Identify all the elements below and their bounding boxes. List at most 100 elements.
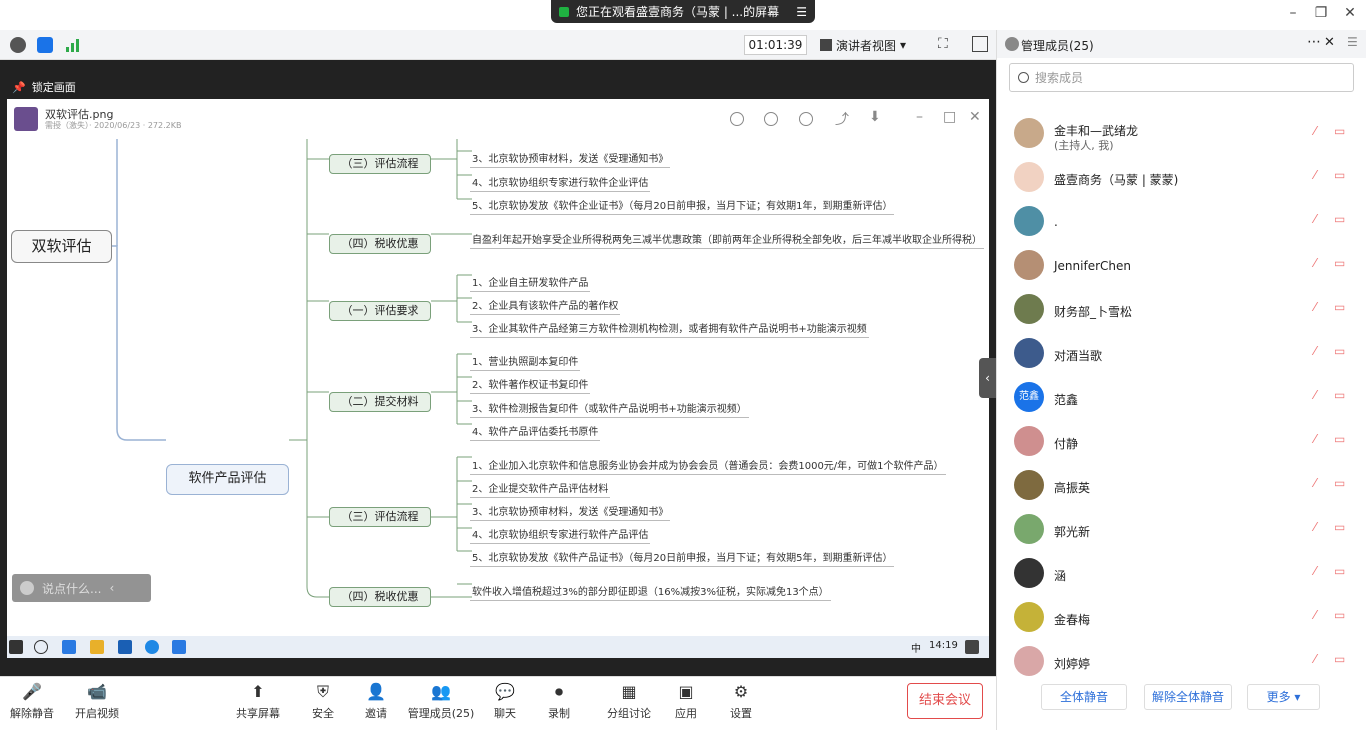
- shield-icon[interactable]: [37, 37, 53, 53]
- camera-off-icon[interactable]: ▭: [1334, 652, 1350, 668]
- member-row[interactable]: 涵 ⁄ ▭: [1014, 554, 1359, 594]
- apps-button[interactable]: ▣ 应用: [668, 681, 704, 721]
- camera-off-icon[interactable]: ▭: [1334, 564, 1350, 580]
- more-options-icon[interactable]: ⋯: [1307, 34, 1321, 50]
- notification-icon[interactable]: [965, 640, 979, 654]
- mute-button[interactable]: 🎤 解除静音: [8, 681, 56, 721]
- mindmap-branch-node: 软件产品评估: [166, 464, 289, 495]
- breakout-button[interactable]: ▦ 分组讨论: [603, 681, 655, 721]
- close-panel-icon[interactable]: ✕: [1324, 35, 1335, 50]
- edge-icon[interactable]: [62, 640, 76, 654]
- more-button[interactable]: 更多 ▾: [1247, 684, 1320, 710]
- mic-off-icon[interactable]: ⁄: [1314, 168, 1326, 184]
- emoji-icon[interactable]: [20, 581, 34, 595]
- member-row[interactable]: 范鑫 范鑫 ⁄ ▭: [1014, 378, 1359, 418]
- pin-icon: 📌: [12, 80, 26, 94]
- restore-button[interactable]: ❐: [1313, 5, 1329, 21]
- member-row[interactable]: 高振英 ⁄ ▭: [1014, 466, 1359, 506]
- member-row[interactable]: 刘婷婷 ⁄ ▭: [1014, 642, 1359, 682]
- zoom-in-icon[interactable]: [730, 112, 744, 126]
- camera-off-icon[interactable]: ▭: [1334, 344, 1350, 360]
- windows-start-icon[interactable]: [9, 640, 23, 654]
- mic-off-icon[interactable]: ⁄: [1314, 388, 1326, 404]
- mute-all-button[interactable]: 全体静音: [1041, 684, 1127, 710]
- member-row[interactable]: 盛壹商务（马蒙 | 蒙蒙) ⁄ ▭: [1014, 158, 1359, 198]
- chat-input[interactable]: 说点什么... ‹: [12, 574, 151, 602]
- mic-off-icon[interactable]: ⁄: [1314, 608, 1326, 624]
- member-row[interactable]: 财务部_卜雪松 ⁄ ▭: [1014, 290, 1359, 330]
- camera-off-icon[interactable]: ▭: [1334, 300, 1350, 316]
- security-button[interactable]: ⛨ 安全: [305, 681, 341, 721]
- member-row[interactable]: . ⁄ ▭: [1014, 202, 1359, 242]
- zoom-out-icon[interactable]: [799, 112, 813, 126]
- mic-off-icon[interactable]: ⁄: [1314, 476, 1326, 492]
- mic-off-icon[interactable]: ⁄: [1314, 564, 1326, 580]
- settings-button[interactable]: ⚙ 设置: [723, 681, 759, 721]
- camera-off-icon[interactable]: ▭: [1334, 432, 1350, 448]
- search-icon[interactable]: [34, 640, 48, 654]
- member-row[interactable]: 郭光新 ⁄ ▭: [1014, 510, 1359, 550]
- chevron-left-icon[interactable]: ‹: [109, 581, 114, 595]
- speaker-view-button[interactable]: 演讲者视图 ▾: [820, 35, 924, 55]
- mindmap-leaf: 3、北京软协预审材料，发送《受理通知书》: [470, 150, 671, 168]
- camera-off-icon[interactable]: ▭: [1334, 476, 1350, 492]
- end-meeting-button[interactable]: 结束会议: [907, 683, 983, 719]
- rotate-icon[interactable]: ⤴: [835, 109, 849, 129]
- member-search-input[interactable]: 搜索成员: [1009, 63, 1354, 92]
- fit-icon[interactable]: [764, 112, 778, 126]
- camera-off-icon[interactable]: ▭: [1334, 256, 1350, 272]
- record-button[interactable]: ⏺ 录制: [541, 681, 577, 721]
- camera-off-icon[interactable]: ▭: [1334, 212, 1350, 228]
- signal-icon[interactable]: [65, 37, 81, 53]
- mic-off-icon[interactable]: ⁄: [1314, 256, 1326, 272]
- info-icon[interactable]: [10, 37, 26, 53]
- close-window-button[interactable]: ✕: [1342, 5, 1358, 21]
- menu-icon[interactable]: ☰: [1347, 35, 1358, 49]
- mic-off-icon[interactable]: ⁄: [1314, 432, 1326, 448]
- member-name: 财务部_卜雪松: [1054, 305, 1133, 319]
- viewer-maximize-icon[interactable]: □: [943, 109, 956, 125]
- camera-off-icon[interactable]: ▭: [1334, 168, 1350, 184]
- member-row[interactable]: 金丰和—武绪龙 (主持人, 我) ⁄ ▭: [1014, 114, 1359, 154]
- chat-button[interactable]: 💬 聊天: [487, 681, 523, 721]
- meeting-app-icon[interactable]: [172, 640, 186, 654]
- mic-off-icon[interactable]: ⁄: [1314, 212, 1326, 228]
- minimize-button[interactable]: –: [1285, 5, 1301, 21]
- member-row[interactable]: 对酒当歌 ⁄ ▭: [1014, 334, 1359, 374]
- share-screen-button[interactable]: ⬆ 共享屏幕: [234, 681, 282, 721]
- browser-icon[interactable]: [145, 640, 159, 654]
- chevron-down-icon: ▾: [900, 38, 907, 52]
- member-row[interactable]: 金春梅 ⁄ ▭: [1014, 598, 1359, 638]
- member-row[interactable]: 付静 ⁄ ▭: [1014, 422, 1359, 462]
- start-video-button[interactable]: 📹 开启视频: [73, 681, 121, 721]
- app-icon[interactable]: [118, 640, 132, 654]
- screen-share-banner[interactable]: 您正在观看盛壹商务（马蒙 | ...的屏幕 ☰: [551, 0, 815, 23]
- menu-icon[interactable]: ☰: [796, 5, 807, 19]
- shield-icon: ⛨: [316, 682, 329, 701]
- invite-button[interactable]: 👤 邀请: [358, 681, 394, 721]
- viewer-close-icon[interactable]: ✕: [969, 109, 981, 125]
- mic-off-icon[interactable]: ⁄: [1314, 300, 1326, 316]
- ime-indicator[interactable]: 中: [911, 640, 921, 655]
- unmute-all-button[interactable]: 解除全体静音: [1144, 684, 1232, 710]
- download-icon[interactable]: ⬇: [869, 109, 881, 125]
- collapse-handle[interactable]: ‹: [979, 358, 996, 398]
- windows-taskbar: 中 14:19: [7, 636, 989, 658]
- share-indicator-icon: [559, 6, 569, 17]
- layout-icon[interactable]: [972, 36, 988, 52]
- camera-off-icon[interactable]: ▭: [1334, 520, 1350, 536]
- camera-off-icon[interactable]: ▭: [1334, 124, 1350, 140]
- folder-icon[interactable]: [90, 640, 104, 654]
- camera-off-icon[interactable]: ▭: [1334, 388, 1350, 404]
- manage-members-button[interactable]: 👥 管理成员(25): [404, 681, 478, 721]
- mindmap-leaf: 2、企业具有该软件产品的著作权: [470, 297, 621, 315]
- mic-off-icon[interactable]: ⁄: [1314, 344, 1326, 360]
- mic-off-icon[interactable]: ⁄: [1314, 520, 1326, 536]
- viewer-minimize-icon[interactable]: –: [916, 109, 923, 125]
- mic-off-icon[interactable]: ⁄: [1314, 124, 1326, 140]
- lock-screen-button[interactable]: 📌 锁定画面: [12, 75, 98, 99]
- fullscreen-icon[interactable]: ⛶: [938, 36, 948, 52]
- mic-off-icon[interactable]: ⁄: [1314, 652, 1326, 668]
- member-row[interactable]: JenniferChen ⁄ ▭: [1014, 246, 1359, 286]
- camera-off-icon[interactable]: ▭: [1334, 608, 1350, 624]
